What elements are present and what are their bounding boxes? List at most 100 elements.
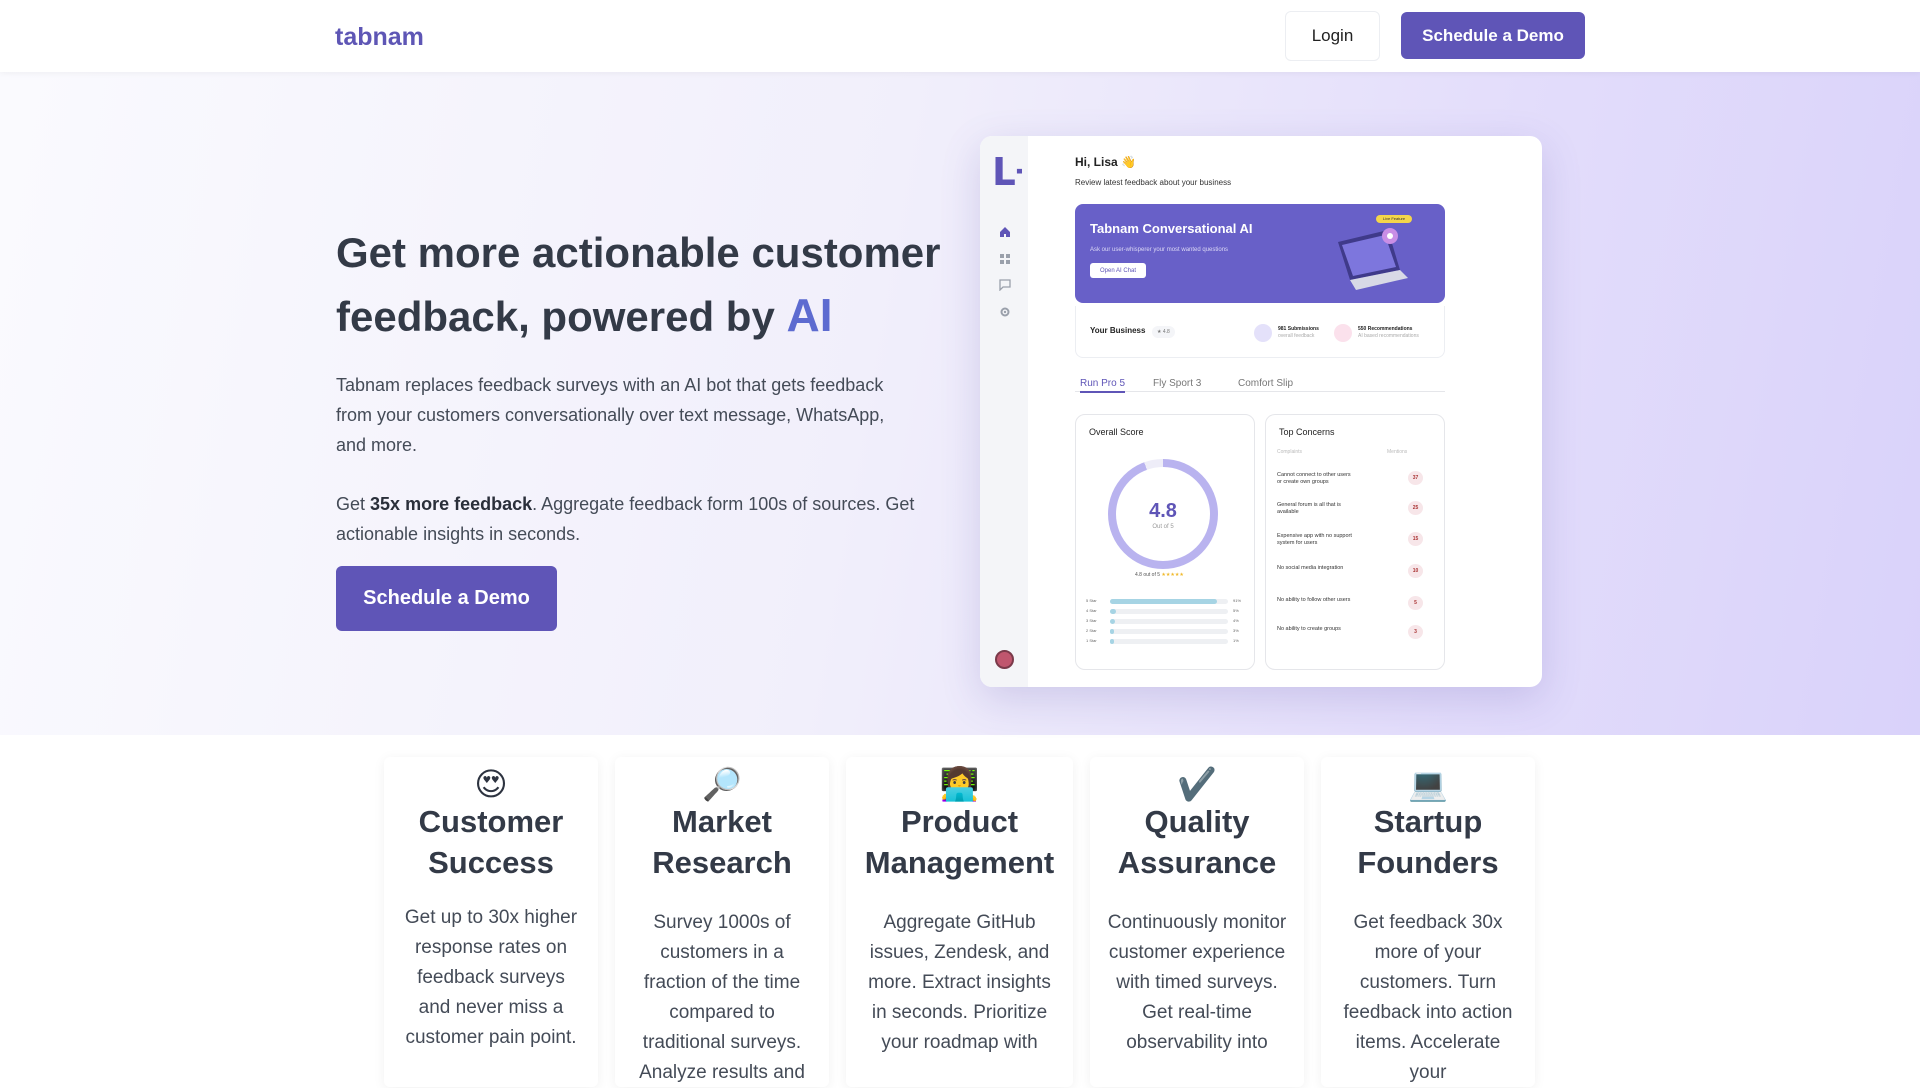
use-case-card-market-research: 🔎 Market Research Survey 1000s of custom… [615, 757, 829, 1087]
rating-row: 4 Star 5% [1086, 608, 1239, 614]
score-out-of: Out of 5 [1152, 524, 1174, 530]
rating-bar [1110, 599, 1228, 604]
business-rating: ★ 4.8 [1152, 326, 1175, 338]
submissions-stat: 981 Submissions overall feedback [1278, 326, 1319, 340]
top-concerns-title: Top Concerns [1279, 427, 1335, 437]
use-case-card-product-management: 👩‍💻 Product Management Aggregate GitHub … [846, 757, 1073, 1087]
hero-section [0, 72, 1920, 735]
magnifier-emoji-icon: 🔎 [702, 765, 742, 803]
rating-label: 1 Star [1086, 638, 1097, 643]
greeting: Hi, Lisa 👋 [1075, 155, 1136, 169]
recommendations-sub: AI based recommendations [1358, 333, 1419, 339]
rating-bar-fill [1110, 629, 1114, 634]
use-case-card-startup-founders: 💻 Startup Founders Get feedback 30x more… [1321, 757, 1535, 1087]
concern-text: No social media integration [1277, 565, 1344, 571]
use-case-title: Product Management [864, 804, 1055, 880]
score-ring-inner: 4.8 Out of 5 [1116, 467, 1210, 561]
top-nav: tabnam Login Schedule a Demo [0, 0, 1920, 72]
laptop-emoji-icon: 💻 [1408, 765, 1448, 803]
hero-title-text: Get more actionable customer feedback, p… [336, 229, 941, 340]
rating-bar-fill [1110, 639, 1114, 644]
business-label: Your Business [1090, 326, 1146, 335]
concern-text: No ability to create groups [1277, 626, 1341, 632]
submissions-sub: overall feedback [1278, 333, 1315, 339]
use-case-text: Continuously monitor customer experience… [1107, 912, 1287, 1053]
schedule-demo-hero-button[interactable]: Schedule a Demo [336, 566, 557, 631]
tab-fly-sport-3[interactable]: Fly Sport 3 [1153, 378, 1201, 389]
rating-row: 2 Star 3% [1086, 628, 1239, 634]
gear-icon [1000, 307, 1010, 317]
check-mark-emoji-icon: ✔️ [1177, 765, 1217, 803]
rating-label: 4 Star [1086, 608, 1097, 613]
score-ring: 4.8 Out of 5 [1108, 459, 1218, 569]
tab-comfort-slip[interactable]: Comfort Slip [1238, 378, 1293, 389]
use-case-text: Aggregate GitHub issues, Zendesk, and mo… [868, 912, 1051, 1053]
rating-row: 5 Star 91% [1086, 598, 1242, 604]
score-summary-text: 4.8 out of 5 [1135, 572, 1161, 578]
dashboard-sidebar: ᒷ [980, 136, 1028, 687]
complaints-column-header: Complaints [1277, 449, 1303, 455]
recommendations-count: 550 Recommendations [1358, 326, 1413, 332]
hero-title-accent: AI [786, 289, 833, 341]
laptop-illustration-icon [1338, 228, 1408, 290]
grid-icon [1000, 254, 1010, 264]
top-concerns-card: Top Concerns Complaints Mentions Cannot … [1265, 414, 1445, 670]
concern-count: 3 [1408, 625, 1423, 639]
login-button[interactable]: Login [1285, 11, 1380, 61]
score-summary: 4.8 out of 5 ★★★★★ [1135, 572, 1184, 578]
rating-pct: 4% [1233, 618, 1239, 623]
concern-text: Cannot connect to other users or create … [1277, 472, 1351, 485]
submissions-icon [1254, 324, 1272, 342]
home-icon [1000, 227, 1010, 237]
rating-bar [1110, 629, 1228, 634]
use-case-title: Startup Founders [1357, 804, 1499, 880]
concern-count: 5 [1408, 596, 1423, 610]
recommendations-icon [1334, 324, 1352, 342]
rating-bar [1110, 609, 1228, 614]
rating-label: 2 Star [1086, 628, 1097, 633]
technologist-emoji-icon: 👩‍💻 [939, 765, 980, 803]
avatar[interactable] [995, 650, 1014, 669]
use-case-title: Quality Assurance [1117, 804, 1277, 880]
rating-bar-fill [1110, 609, 1116, 614]
submissions-count: 981 Submissions [1278, 326, 1319, 332]
dashboard-preview: ᒷ Hi, Lisa 👋 Review latest feedback abou… [980, 136, 1542, 687]
open-ai-chat-button[interactable]: Open AI Chat [1090, 263, 1146, 278]
subtext-bold: 35x more feedback [370, 494, 533, 514]
rating-label: 5 Star [1086, 598, 1097, 603]
brand-logo[interactable]: tabnam [335, 23, 424, 52]
concern-count: 25 [1408, 501, 1423, 515]
use-case-text: Survey 1000s of customers in a fraction … [639, 912, 805, 1083]
use-case-title: Market Research [652, 804, 792, 880]
rating-row: 1 Star 1% [1086, 638, 1239, 644]
concern-count: 37 [1408, 471, 1423, 485]
overall-score-title: Overall Score [1089, 427, 1144, 437]
concern-count: 15 [1408, 532, 1423, 546]
rating-pct: 91% [1233, 598, 1242, 603]
rating-pct: 1% [1233, 638, 1239, 643]
use-case-card-customer-success: 😍 Customer Success Get up to 30x higher … [384, 757, 598, 1087]
overall-score-value: 4.8 [1149, 500, 1177, 522]
use-case-text: Get feedback 30x more of your customers.… [1343, 912, 1513, 1083]
recommendations-stat: 550 Recommendations AI based recommendati… [1358, 326, 1419, 340]
business-summary: Your Business ★ 4.8 981 Submissions overa… [1075, 306, 1445, 358]
concern-count: 10 [1408, 564, 1423, 578]
rating-pct: 3% [1233, 628, 1239, 633]
subtext-prefix: Get [336, 494, 366, 514]
schedule-demo-nav-button[interactable]: Schedule a Demo [1401, 12, 1585, 59]
tab-run-pro-5[interactable]: Run Pro 5 [1080, 378, 1126, 393]
rating-label: 3 Star [1086, 618, 1097, 623]
banner-title: Tabnam Conversational AI [1090, 221, 1253, 236]
use-case-text: Get up to 30x higher response rates on f… [404, 907, 578, 1048]
hero-description: Tabnam replaces feedback surveys with an… [336, 375, 885, 455]
product-tabs: Run Pro 5 Fly Sport 3 Comfort Slip [1075, 376, 1445, 393]
rating-bar-fill [1110, 599, 1218, 604]
rating-pct: 5% [1233, 608, 1239, 613]
banner-subtitle: Ask our user-whisperer your most wanted … [1090, 247, 1229, 253]
overall-score-card: Overall Score 4.8 Out of 5 4.8 out of 5 … [1075, 414, 1255, 670]
rating-row: 3 Star 4% [1086, 618, 1239, 624]
concern-text: General forum is all that is available [1277, 502, 1341, 515]
use-case-title: Customer Success [418, 804, 564, 880]
chat-icon [999, 279, 1011, 291]
rating-bar [1110, 639, 1228, 644]
